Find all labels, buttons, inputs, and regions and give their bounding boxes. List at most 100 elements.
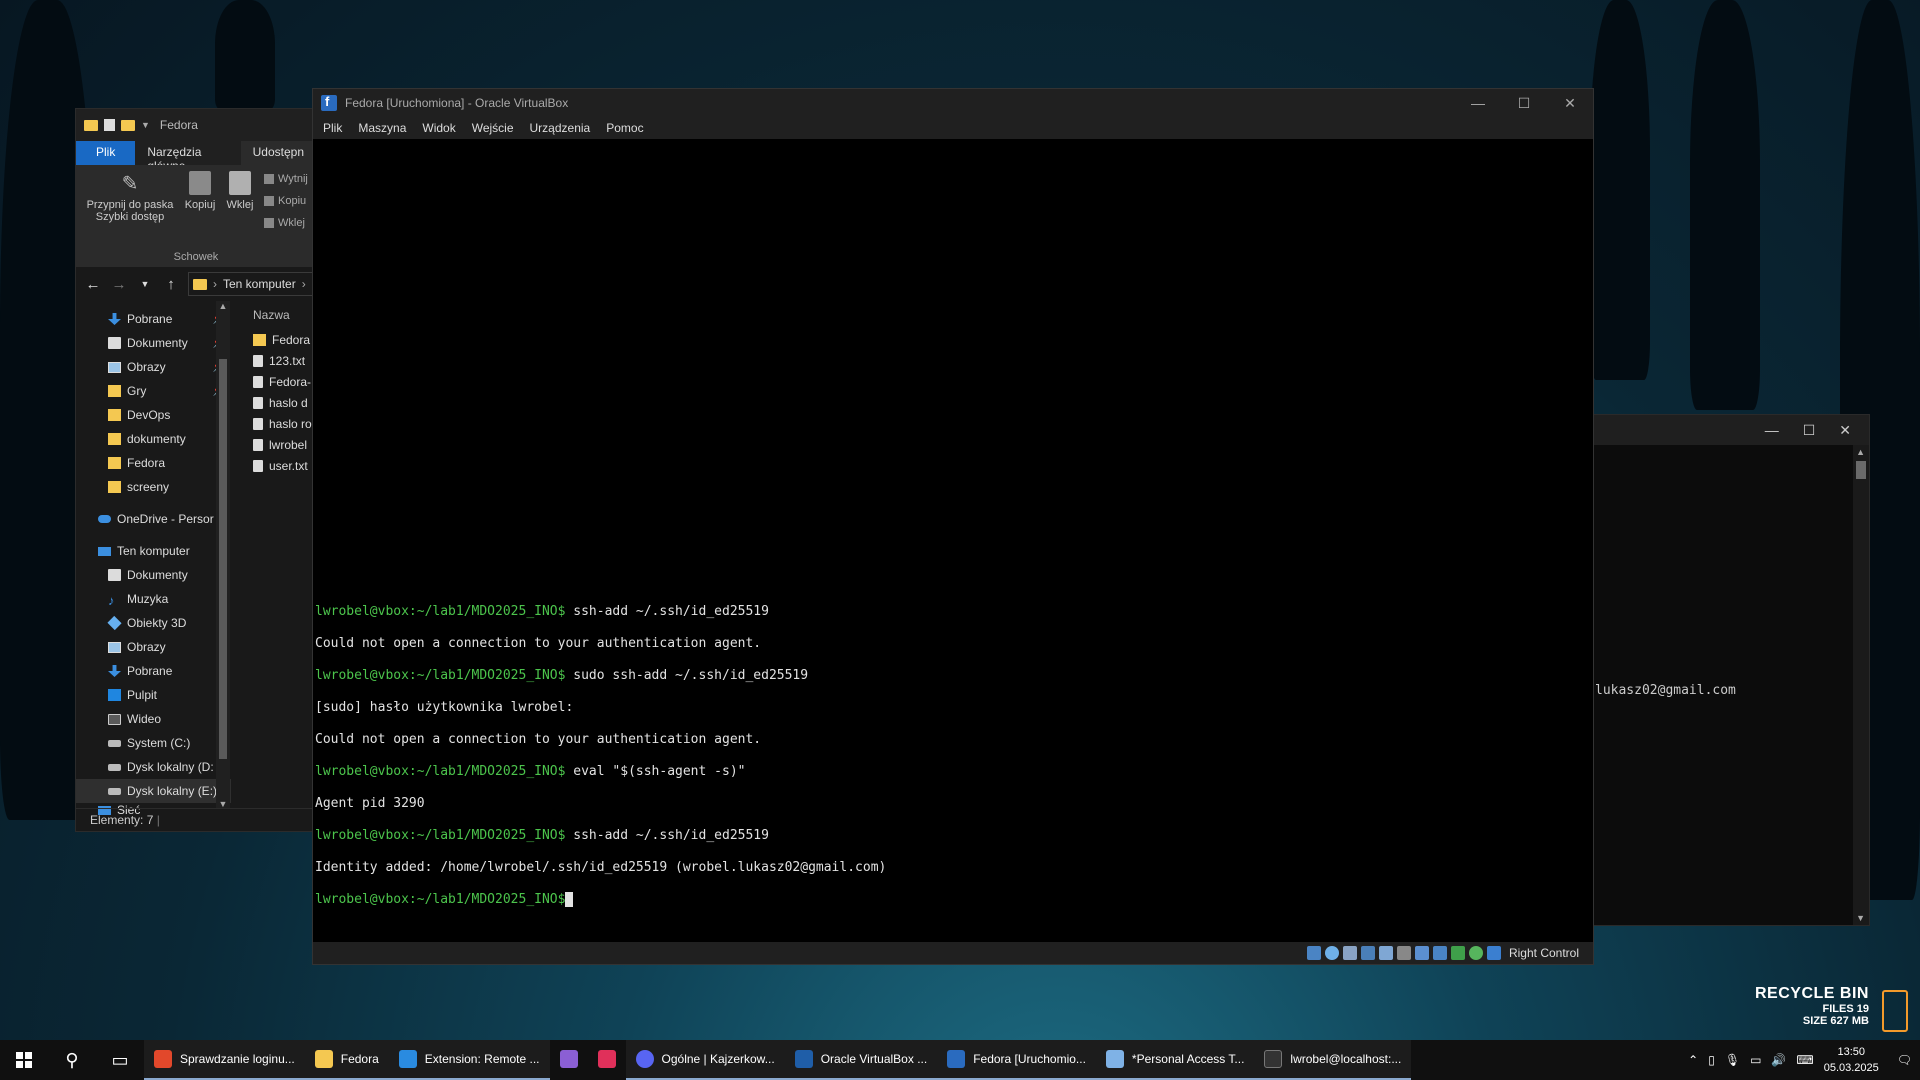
up-icon[interactable]: ↑: [162, 276, 180, 293]
list-item[interactable]: 123.txt: [231, 350, 316, 371]
maximize-icon[interactable]: ☐: [1803, 422, 1816, 439]
list-item[interactable]: lwrobel: [231, 434, 316, 455]
device-icon[interactable]: ▯: [1708, 1053, 1715, 1067]
minimize-icon[interactable]: —: [1455, 95, 1501, 112]
nav-item-desktop[interactable]: Pulpit: [76, 683, 231, 707]
taskbar-app-visual-studio[interactable]: [550, 1040, 588, 1080]
task-view-icon[interactable]: ▭: [96, 1040, 144, 1080]
recycle-bin-icon[interactable]: [1882, 990, 1908, 1032]
properties-icon[interactable]: [104, 119, 115, 131]
tab-file[interactable]: Plik: [76, 141, 136, 165]
address-field[interactable]: › Ten komputer ›: [188, 272, 316, 296]
nav-item-drive-d[interactable]: Dysk lokalny (D:: [76, 755, 231, 779]
nav-item-pictures[interactable]: Obrazy📌: [76, 355, 231, 379]
scroll-up-icon[interactable]: ▲: [216, 301, 230, 311]
nav-item-onedrive[interactable]: OneDrive - Persor: [76, 507, 231, 531]
background-terminal-window[interactable]: — ☐ ✕ lukasz02@gmail.com ▲ ▼: [1590, 414, 1870, 926]
nav-item-fedora[interactable]: Fedora: [76, 451, 231, 475]
paste-button[interactable]: Wklej: [222, 171, 258, 211]
nav-item-music[interactable]: ♪ Muzyka: [76, 587, 231, 611]
new-folder-icon[interactable]: [121, 119, 135, 131]
cut-button[interactable]: Wytnij: [264, 173, 308, 185]
taskbar-app-discord[interactable]: Ogólne | Kajzerkow...: [625, 1040, 785, 1080]
nav-item-this-pc[interactable]: Ten komputer: [76, 539, 231, 563]
terminal-scrollbar[interactable]: ▲ ▼: [1853, 445, 1869, 925]
forward-icon[interactable]: →: [110, 276, 128, 293]
nav-item-dokumenty[interactable]: dokumenty: [76, 427, 231, 451]
chevron-up-icon[interactable]: ⌃: [1688, 1053, 1698, 1067]
recent-locations-icon[interactable]: ▼: [136, 279, 154, 289]
nav-item-pc-pictures[interactable]: Obrazy: [76, 635, 231, 659]
display-icon[interactable]: [1414, 946, 1429, 960]
hard-disk-icon[interactable]: [1306, 946, 1321, 960]
nav-item-3d-objects[interactable]: Obiekty 3D: [76, 611, 231, 635]
scroll-up-icon[interactable]: ▲: [1856, 447, 1865, 457]
usb-icon[interactable]: [1378, 946, 1393, 960]
list-item[interactable]: Fedora-: [231, 371, 316, 392]
taskbar-app-vscode[interactable]: Extension: Remote ...: [388, 1040, 550, 1080]
back-icon[interactable]: ←: [84, 276, 102, 293]
paste-shortcut-button[interactable]: Wklej: [264, 217, 305, 229]
recycle-bin-widget[interactable]: RECYCLE BIN FILES 19 SIZE 627 MB: [1755, 985, 1869, 1027]
nav-item-documents[interactable]: Dokumenty📌: [76, 331, 231, 355]
column-header-name[interactable]: Nazwa: [231, 301, 316, 329]
nav-item-devops[interactable]: DevOps: [76, 403, 231, 427]
taskbar-app-virtualbox[interactable]: Oracle VirtualBox ...: [784, 1040, 938, 1080]
taskbar-app-terminal[interactable]: lwrobel@localhost:...: [1254, 1040, 1412, 1080]
nav-item-drive-e[interactable]: Dysk lokalny (E:): [76, 779, 231, 803]
menu-file[interactable]: Plik: [323, 121, 342, 135]
menu-devices[interactable]: Urządzenia: [530, 121, 591, 135]
list-item[interactable]: Fedora: [231, 329, 316, 350]
mouse-integration-icon[interactable]: [1468, 946, 1483, 960]
nav-item-screeny[interactable]: screeny: [76, 475, 231, 499]
scroll-down-icon[interactable]: ▼: [1856, 913, 1865, 923]
copy-path-button[interactable]: Kopiu: [264, 195, 306, 207]
breadcrumb-this-pc[interactable]: Ten komputer: [223, 277, 296, 291]
nav-item-drive-c[interactable]: System (C:): [76, 731, 231, 755]
minimize-icon[interactable]: —: [1765, 422, 1779, 438]
keyboard-capture-icon[interactable]: [1486, 946, 1501, 960]
list-item[interactable]: haslo d: [231, 392, 316, 413]
taskbar-app-intellij[interactable]: [588, 1040, 626, 1080]
notifications-icon[interactable]: 🗨: [1897, 1053, 1912, 1067]
maximize-icon[interactable]: ☐: [1501, 95, 1547, 112]
keyboard-icon[interactable]: ⌨: [1796, 1053, 1813, 1067]
optical-drive-icon[interactable]: [1324, 946, 1339, 960]
menu-machine[interactable]: Maszyna: [358, 121, 406, 135]
chevron-down-icon[interactable]: ▼: [141, 120, 150, 130]
tab-home[interactable]: Narzędzia główne: [135, 141, 240, 173]
scrollbar-thumb[interactable]: [219, 359, 227, 759]
shared-folders-icon[interactable]: [1396, 946, 1411, 960]
nav-item-pc-downloads[interactable]: Pobrane: [76, 659, 231, 683]
start-button[interactable]: [0, 1040, 48, 1080]
taskbar-app-fedora-vm[interactable]: Fedora [Uruchomio...: [937, 1040, 1096, 1080]
nav-item-games[interactable]: Gry📌: [76, 379, 231, 403]
list-item[interactable]: haslo ro: [231, 413, 316, 434]
nav-item-pc-documents[interactable]: Dokumenty: [76, 563, 231, 587]
recording-icon[interactable]: [1432, 946, 1447, 960]
list-item[interactable]: user.txt: [231, 455, 316, 476]
host-key-label[interactable]: Right Control: [1509, 946, 1579, 960]
taskbar-app-explorer[interactable]: Fedora: [304, 1040, 389, 1080]
microphone-icon[interactable]: 🎙: [1725, 1053, 1740, 1067]
close-icon[interactable]: ✕: [1839, 422, 1851, 439]
network-icon[interactable]: [1360, 946, 1375, 960]
nav-item-downloads[interactable]: Pobrane📌: [76, 307, 231, 331]
clock[interactable]: 13:50 05.03.2025: [1824, 1044, 1879, 1076]
audio-icon[interactable]: [1342, 946, 1357, 960]
scrollbar-thumb[interactable]: [1856, 461, 1866, 479]
vm-screen[interactable]: lwrobel@vbox:~/lab1/MDO2025_INO$ ssh-add…: [313, 139, 1593, 942]
tab-share[interactable]: Udostępn: [240, 141, 316, 165]
close-icon[interactable]: ✕: [1547, 95, 1593, 112]
copy-button[interactable]: Kopiuj: [180, 171, 220, 211]
volume-icon[interactable]: 🔊: [1771, 1053, 1786, 1067]
network-icon[interactable]: ▭: [1750, 1053, 1761, 1067]
cpu-icon[interactable]: [1450, 946, 1465, 960]
search-icon[interactable]: ⚲: [48, 1040, 96, 1080]
pin-quick-access-button[interactable]: ✎ Przypnij do paska Szybki dostęp: [82, 171, 178, 223]
nav-item-video[interactable]: Wideo: [76, 707, 231, 731]
menu-view[interactable]: Widok: [422, 121, 455, 135]
taskbar-app-brave[interactable]: Sprawdzanie loginu...: [144, 1040, 305, 1080]
taskbar-app-notepad[interactable]: *Personal Access T...: [1095, 1040, 1255, 1080]
menu-help[interactable]: Pomoc: [606, 121, 643, 135]
